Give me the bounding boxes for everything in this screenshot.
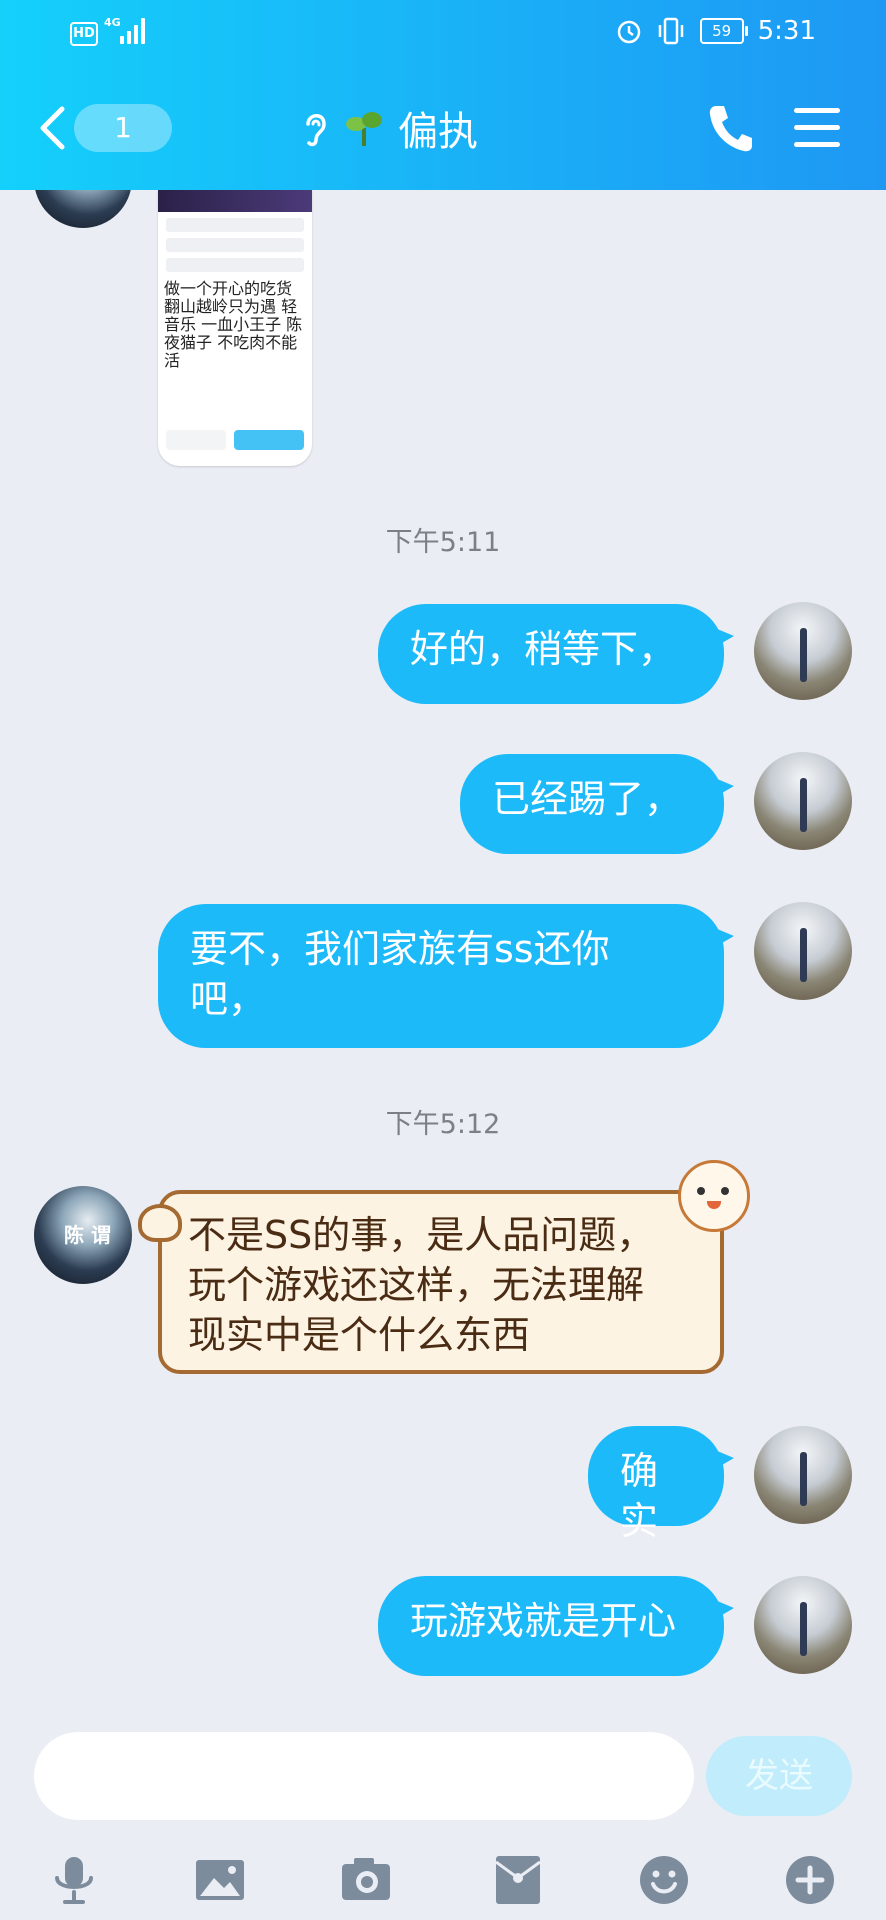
unread-count-badge: 1 bbox=[74, 104, 172, 152]
message-bubble[interactable]: 已经踢了， bbox=[460, 754, 734, 854]
bubble-ear-decoration bbox=[138, 1204, 182, 1242]
image-icon bbox=[196, 1860, 244, 1900]
emoji-icon bbox=[640, 1856, 688, 1904]
more-button[interactable] bbox=[784, 1854, 836, 1906]
message-bubble-peer[interactable]: 不是SS的事，是人品问题， 玩个游戏还这样，无法理解 现实中是个什么东西 bbox=[138, 1160, 750, 1374]
red-packet-button[interactable] bbox=[492, 1854, 544, 1906]
menu-button[interactable] bbox=[794, 108, 840, 148]
shared-image-message[interactable]: 做一个开心的吃货 翻山越岭只为遇 轻音乐 一血小王子 陈 夜猫子 不吃肉不能活 bbox=[158, 190, 312, 466]
signal-icon bbox=[120, 18, 148, 44]
call-button[interactable] bbox=[706, 102, 754, 154]
battery-indicator: 59 bbox=[699, 18, 748, 44]
voice-button[interactable] bbox=[48, 1854, 100, 1906]
status-right: 59 5:31 bbox=[616, 16, 816, 46]
chevron-left-icon bbox=[40, 106, 65, 150]
input-bar: 发送 bbox=[0, 1728, 886, 1920]
clock: 5:31 bbox=[757, 16, 816, 46]
status-bar: HD 4G 59 5:31 bbox=[0, 0, 886, 66]
message-text: 不是SS的事，是人品问题， 玩个游戏还这样，无法理解 现实中是个什么东西 bbox=[188, 1213, 655, 1357]
my-avatar[interactable] bbox=[754, 1426, 852, 1524]
chat-title: 偏执 bbox=[398, 109, 478, 155]
peer-avatar[interactable] bbox=[34, 190, 132, 228]
red-packet-icon bbox=[495, 1856, 541, 1904]
vibrate-icon bbox=[658, 17, 683, 45]
peer-avatar-text: 陈 谓 bbox=[64, 1223, 111, 1247]
timestamp: 下午5:11 bbox=[385, 527, 501, 558]
chat-title-area[interactable]: 偏执 bbox=[300, 96, 478, 160]
back-button[interactable]: 1 bbox=[38, 102, 172, 154]
emoji-button[interactable] bbox=[638, 1854, 690, 1906]
sprout-icon bbox=[346, 112, 382, 146]
my-avatar[interactable] bbox=[754, 902, 852, 1000]
message-bubble[interactable]: 玩游戏就是开心 bbox=[378, 1576, 734, 1676]
my-avatar[interactable] bbox=[754, 602, 852, 700]
nav-bar: 1 偏执 bbox=[0, 66, 886, 190]
plus-icon bbox=[786, 1856, 834, 1904]
lucky-cat-icon bbox=[678, 1160, 750, 1232]
shared-card-tags: 做一个开心的吃货 翻山越岭只为遇 轻音乐 一血小王子 陈 夜猫子 不吃肉不能活 bbox=[164, 279, 303, 370]
photo-button[interactable] bbox=[194, 1854, 246, 1906]
message-list[interactable]: 做一个开心的吃货 翻山越岭只为遇 轻音乐 一血小王子 陈 夜猫子 不吃肉不能活 … bbox=[0, 190, 886, 1728]
message-bubble[interactable]: 好的，稍等下， bbox=[378, 604, 734, 704]
message-bubble[interactable]: 确实 bbox=[588, 1426, 734, 1543]
message-input[interactable] bbox=[34, 1732, 694, 1820]
input-toolbar bbox=[0, 1840, 886, 1920]
network-label: 4G bbox=[104, 16, 121, 29]
phone-icon bbox=[709, 106, 752, 152]
camera-button[interactable] bbox=[340, 1854, 392, 1906]
microphone-icon bbox=[55, 1857, 93, 1904]
peer-avatar[interactable]: 陈 谓 bbox=[34, 1186, 132, 1284]
my-avatar[interactable] bbox=[754, 1576, 852, 1674]
timestamp: 下午5:12 bbox=[385, 1109, 501, 1140]
menu-icon bbox=[794, 108, 840, 147]
my-avatar[interactable] bbox=[754, 752, 852, 850]
camera-icon bbox=[342, 1858, 390, 1900]
send-button[interactable]: 发送 bbox=[706, 1736, 852, 1816]
ear-icon bbox=[306, 114, 326, 147]
alarm-icon bbox=[617, 20, 640, 44]
chat-header: HD 4G 59 5:31 1 偏执 bbox=[0, 0, 886, 190]
message-bubble[interactable]: 要不，我们家族有ss还你 吧， bbox=[158, 904, 734, 1048]
hd-badge: HD bbox=[70, 22, 98, 46]
